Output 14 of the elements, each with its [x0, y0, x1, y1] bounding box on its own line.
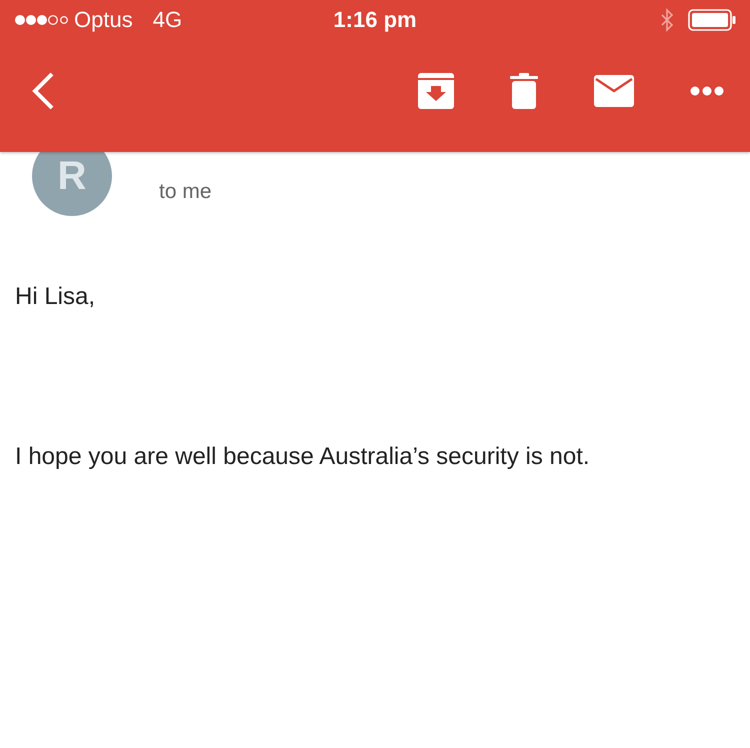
back-button[interactable] [30, 71, 56, 111]
bluetooth-icon [660, 8, 674, 32]
mail-button[interactable] [594, 75, 634, 107]
archive-button[interactable] [418, 73, 454, 109]
recipient-line: to me [159, 180, 212, 204]
network-type: 4G [152, 7, 182, 33]
battery-icon [688, 9, 736, 31]
clock-time: 1:16 pm [332, 7, 418, 33]
more-button[interactable] [690, 86, 724, 96]
delete-button[interactable] [510, 73, 538, 109]
message-paragraph: Hi Lisa, [15, 282, 96, 312]
signal-icon [14, 14, 68, 26]
carrier-name: Optus [74, 7, 133, 33]
message-paragraph: I hope you are well because Australia’s security is not. [15, 442, 591, 472]
